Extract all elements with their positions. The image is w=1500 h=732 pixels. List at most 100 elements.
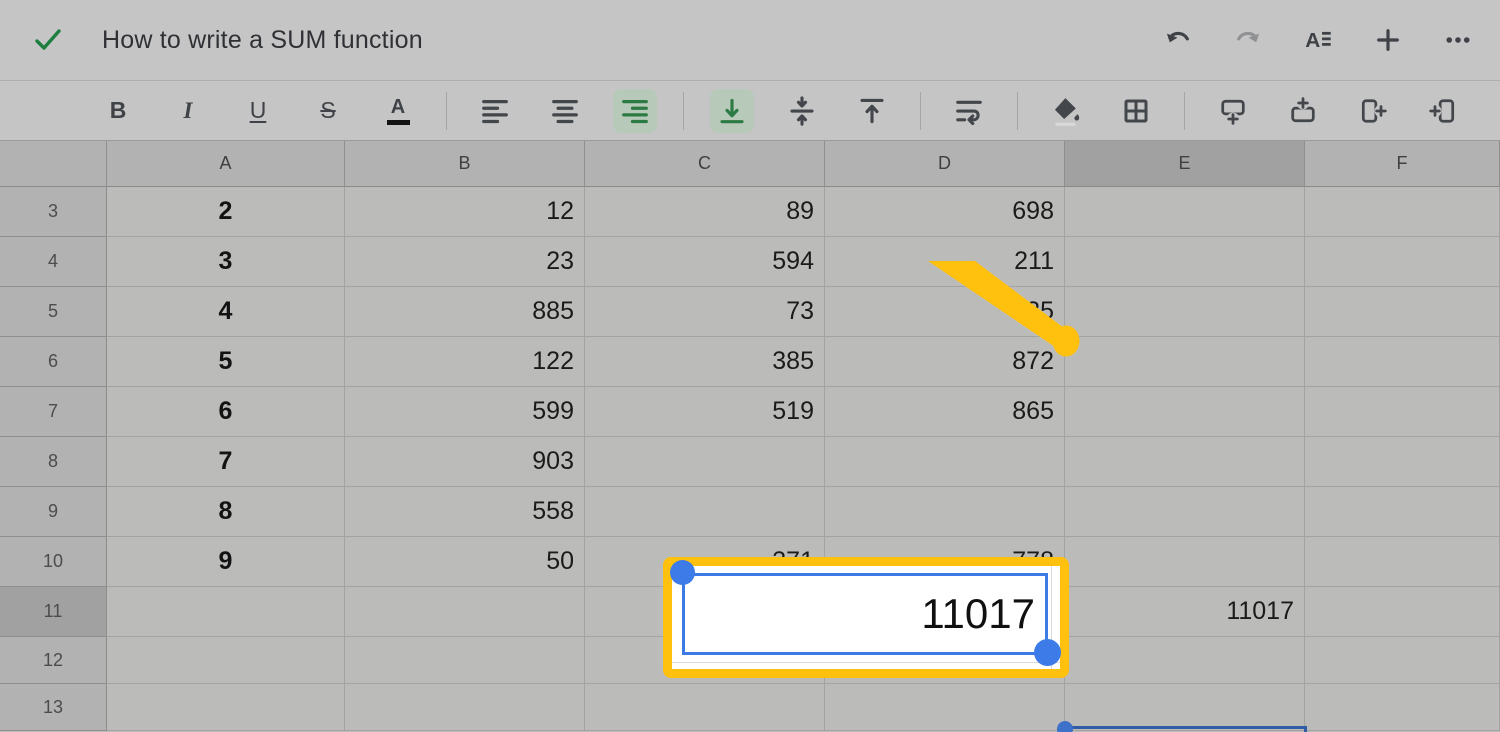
cell-C6[interactable]: 385: [585, 337, 825, 387]
column-header-C[interactable]: C: [585, 141, 825, 187]
cell-E3[interactable]: [1065, 187, 1305, 237]
insert-column-right-button[interactable]: [1351, 89, 1395, 133]
cell-A8[interactable]: 7: [107, 437, 345, 487]
text-format-button[interactable]: A: [1298, 20, 1338, 60]
row-header-10[interactable]: 10: [0, 537, 107, 587]
cell-E12[interactable]: [1065, 637, 1305, 684]
row-header-5[interactable]: 5: [0, 287, 107, 337]
cell-F7[interactable]: [1305, 387, 1500, 437]
document-title[interactable]: How to write a SUM function: [102, 26, 423, 55]
row-header-6[interactable]: 6: [0, 337, 107, 387]
cell-F8[interactable]: [1305, 437, 1500, 487]
cell-B6[interactable]: 122: [345, 337, 585, 387]
add-button[interactable]: [1368, 20, 1408, 60]
cell-B8[interactable]: 903: [345, 437, 585, 487]
cell-A4[interactable]: 3: [107, 237, 345, 287]
corner-cell[interactable]: [0, 141, 107, 187]
cell-E10[interactable]: [1065, 537, 1305, 587]
cell-C7[interactable]: 519: [585, 387, 825, 437]
cell-D13[interactable]: [825, 684, 1065, 731]
insert-row-above-button[interactable]: [1281, 89, 1325, 133]
row-header-11[interactable]: 11: [0, 587, 107, 637]
cell-E4[interactable]: [1065, 237, 1305, 287]
cell-B13[interactable]: [345, 684, 585, 731]
row-header-7[interactable]: 7: [0, 387, 107, 437]
cell-A3[interactable]: 2: [107, 187, 345, 237]
text-color-button[interactable]: A: [376, 89, 420, 133]
valign-bottom-button[interactable]: [710, 89, 754, 133]
cell-F13[interactable]: [1305, 684, 1500, 731]
row-header-12[interactable]: 12: [0, 637, 107, 684]
cell-B3[interactable]: 12: [345, 187, 585, 237]
cell-F9[interactable]: [1305, 487, 1500, 537]
cell-B12[interactable]: [345, 637, 585, 684]
cell-E13[interactable]: [1065, 684, 1305, 731]
cell-E6[interactable]: [1065, 337, 1305, 387]
text-wrap-button[interactable]: [947, 89, 991, 133]
column-header-A[interactable]: A: [107, 141, 345, 187]
valign-top-button[interactable]: [850, 89, 894, 133]
cell-B10[interactable]: 50: [345, 537, 585, 587]
cell-D4[interactable]: 211: [825, 237, 1065, 287]
cell-F10[interactable]: [1305, 537, 1500, 587]
column-header-B[interactable]: B: [345, 141, 585, 187]
cell-E7[interactable]: [1065, 387, 1305, 437]
bold-button[interactable]: B: [96, 89, 140, 133]
undo-button[interactable]: [1158, 20, 1198, 60]
strikethrough-button[interactable]: S: [306, 89, 350, 133]
cell-A11[interactable]: [107, 587, 345, 637]
cell-D8[interactable]: [825, 437, 1065, 487]
italic-button[interactable]: I: [166, 89, 210, 133]
fill-color-button[interactable]: [1044, 89, 1088, 133]
redo-button[interactable]: [1228, 20, 1268, 60]
cell-B11[interactable]: [345, 587, 585, 637]
cell-F3[interactable]: [1305, 187, 1500, 237]
align-center-button[interactable]: [543, 89, 587, 133]
more-options-button[interactable]: [1438, 20, 1478, 60]
cell-B5[interactable]: 885: [345, 287, 585, 337]
cell-B9[interactable]: 558: [345, 487, 585, 537]
cell-F6[interactable]: [1305, 337, 1500, 387]
cell-A10[interactable]: 9: [107, 537, 345, 587]
cell-D6[interactable]: 872: [825, 337, 1065, 387]
row-header-3[interactable]: 3: [0, 187, 107, 237]
column-header-D[interactable]: D: [825, 141, 1065, 187]
cell-F5[interactable]: [1305, 287, 1500, 337]
row-header-13[interactable]: 13: [0, 684, 107, 731]
cell-E5[interactable]: [1065, 287, 1305, 337]
column-header-E[interactable]: E: [1065, 141, 1305, 187]
cell-C8[interactable]: [585, 437, 825, 487]
cell-A5[interactable]: 4: [107, 287, 345, 337]
row-header-8[interactable]: 8: [0, 437, 107, 487]
cell-C3[interactable]: 89: [585, 187, 825, 237]
cell-F4[interactable]: [1305, 237, 1500, 287]
cell-D9[interactable]: [825, 487, 1065, 537]
cell-B7[interactable]: 599: [345, 387, 585, 437]
cell-C9[interactable]: [585, 487, 825, 537]
cell-F12[interactable]: [1305, 637, 1500, 684]
underline-button[interactable]: U: [236, 89, 280, 133]
insert-column-left-button[interactable]: [1421, 89, 1465, 133]
column-header-F[interactable]: F: [1305, 141, 1500, 187]
row-header-4[interactable]: 4: [0, 237, 107, 287]
borders-button[interactable]: [1114, 89, 1158, 133]
row-header-9[interactable]: 9: [0, 487, 107, 537]
cell-A12[interactable]: [107, 637, 345, 684]
cell-D3[interactable]: 698: [825, 187, 1065, 237]
cell-A7[interactable]: 6: [107, 387, 345, 437]
cell-C13[interactable]: [585, 684, 825, 731]
selection-handle-top-left[interactable]: [1057, 721, 1073, 732]
cell-E11-selected[interactable]: 11017: [1065, 587, 1305, 637]
done-button[interactable]: [28, 20, 68, 60]
cell-A9[interactable]: 8: [107, 487, 345, 537]
cell-F11[interactable]: [1305, 587, 1500, 637]
valign-middle-button[interactable]: [780, 89, 824, 133]
align-right-button[interactable]: [613, 89, 657, 133]
cell-D5[interactable]: 125: [825, 287, 1065, 337]
cell-A6[interactable]: 5: [107, 337, 345, 387]
cell-C5[interactable]: 73: [585, 287, 825, 337]
cell-E9[interactable]: [1065, 487, 1305, 537]
cell-D7[interactable]: 865: [825, 387, 1065, 437]
cell-A13[interactable]: [107, 684, 345, 731]
cell-E8[interactable]: [1065, 437, 1305, 487]
